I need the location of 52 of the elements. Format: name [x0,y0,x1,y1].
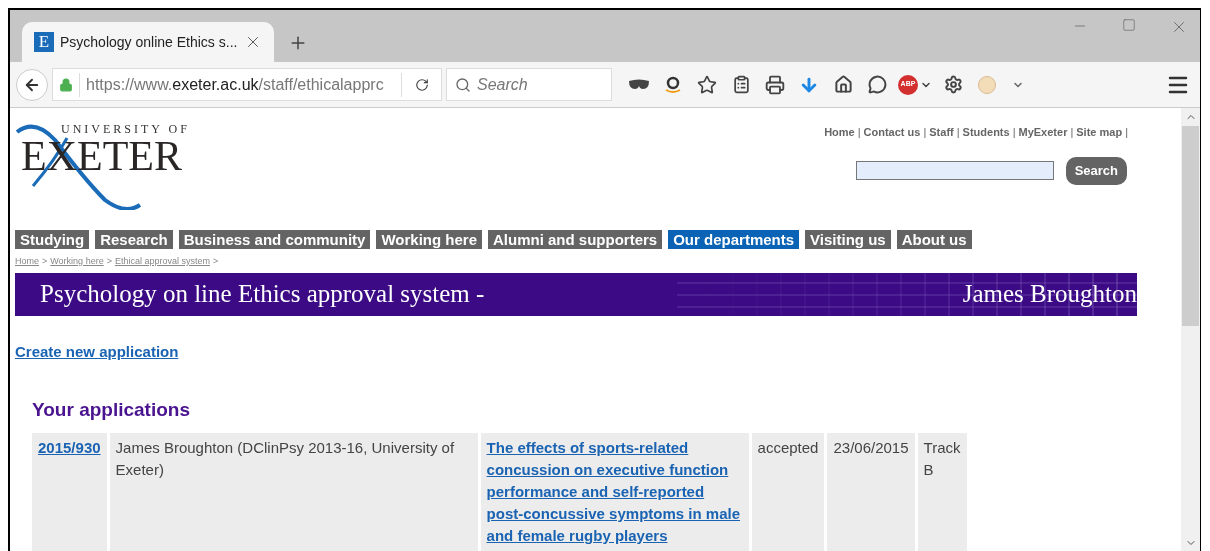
link-separator: | [1070,125,1074,140]
header-link[interactable]: MyExeter [1018,124,1068,141]
address-bar[interactable]: https://www.exeter.ac.uk/staff/ethicalapprc [52,68,442,101]
scrollbar[interactable] [1181,108,1200,551]
nav-tab[interactable]: About us [896,230,972,249]
header-link[interactable]: Home [824,124,855,141]
nav-tab[interactable]: Alumni and supporters [488,230,663,249]
application-id-link[interactable]: 2015/930 [38,439,101,456]
breadcrumb-separator: > [212,255,219,268]
back-button[interactable] [16,68,48,101]
search-icon [455,76,471,93]
header-link[interactable]: Staff [929,124,954,141]
nav-tab[interactable]: Research [95,230,173,249]
banner-title: Psychology on line Ethics approval system - [40,279,485,310]
link-separator: | [956,125,960,140]
table-cell: Track B [917,433,967,551]
nav-tab[interactable]: Working here [376,230,482,249]
link-separator: | [923,125,927,140]
link-separator: | [857,125,861,140]
table-cell: 23/06/2015 [827,433,915,551]
breadcrumb-link[interactable]: Home [15,255,39,269]
table-cell: James Broughton (DClinPsy 2013-16, University of Exeter) [109,433,478,551]
url-text: https://www.exeter.ac.uk/staff/ethicalapprc [79,72,395,97]
search-field[interactable]: Search [446,68,612,101]
nav-tab[interactable]: Visiting us [805,230,891,249]
application-title-link[interactable]: The effects of sports-related concussion on executive function performance and self-reported post-concussive symptoms in male and female rugby players [486,437,743,547]
reload-icon[interactable] [414,77,429,92]
breadcrumb-link[interactable]: Working here [50,255,104,269]
header-link[interactable]: Students [962,124,1010,141]
search-placeholder: Search [477,74,528,95]
scroll-thumb[interactable] [1182,126,1199,326]
browser-tab[interactable]: E Psychology online Ethics s... [22,22,274,62]
link-separator: | [1012,125,1016,140]
logo-subtitle-text: UNIVERSITY OF [61,121,190,138]
link-separator: | [1125,125,1128,140]
nav-tab[interactable]: Business and community [178,230,371,249]
site-search-field[interactable] [855,161,1054,180]
site-search-button[interactable]: Search [1065,156,1127,185]
favicon-icon: E [34,32,54,52]
nav-tab[interactable]: Studying [15,230,90,249]
nav-tab[interactable]: Our departments [668,230,800,249]
header-link[interactable]: Site map [1076,124,1123,141]
breadcrumb-separator: > [42,255,48,268]
header-link[interactable]: Contact us [863,124,921,141]
banner-user-name: James Broughton [962,279,1137,310]
create-application-link[interactable]: Create new application [15,340,179,363]
breadcrumb-separator: > [106,255,112,268]
section-heading: Your applications [32,397,191,422]
breadcrumb-link[interactable]: Ethical approval system [114,255,210,269]
lock-icon [59,77,73,92]
table-cell: accepted [751,433,825,551]
tab-title: Psychology online Ethics s... [60,32,238,52]
